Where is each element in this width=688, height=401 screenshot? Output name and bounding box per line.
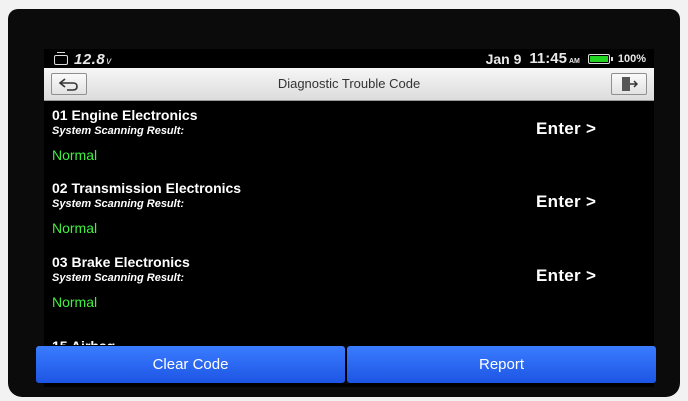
battery-icon	[587, 53, 613, 64]
status-right: Jan 9 11:45 AM 100%	[486, 50, 646, 67]
car-battery-icon	[54, 52, 68, 65]
status-time: 11:45	[529, 50, 567, 67]
voltage-unit: v	[106, 56, 112, 67]
list-item[interactable]: 02 Transmission Electronics System Scann…	[44, 174, 654, 246]
scan-result: Normal	[52, 220, 98, 236]
enter-button[interactable]: Enter >	[536, 192, 596, 212]
system-name: 03 Brake Electronics	[52, 254, 190, 270]
status-ampm: AM	[568, 58, 580, 65]
system-name: 02 Transmission Electronics	[52, 180, 242, 196]
scan-result: Normal	[52, 294, 98, 310]
page-title: Diagnostic Trouble Code	[277, 76, 421, 91]
exit-icon	[622, 77, 638, 91]
partial-list-item[interactable]: 15 Airbag	[52, 339, 115, 345]
report-button[interactable]: Report	[347, 346, 656, 383]
enter-button[interactable]: Enter >	[536, 119, 596, 139]
action-bar: Clear Code Report	[36, 346, 656, 383]
voltage-value: 12.8	[74, 51, 106, 68]
screen: 12.8v Jan 9 11:45 AM 100% Diagnostic Tro…	[44, 49, 654, 387]
battery-percent: 100%	[617, 52, 646, 65]
system-name: 01 Engine Electronics	[52, 107, 198, 123]
enter-button[interactable]: Enter >	[536, 266, 596, 286]
device-bezel: 12.8v Jan 9 11:45 AM 100% Diagnostic Tro…	[0, 0, 688, 401]
scan-label: System Scanning Result:	[52, 198, 185, 210]
system-list: 01 Engine Electronics System Scanning Re…	[44, 101, 654, 341]
scan-label: System Scanning Result:	[52, 272, 185, 284]
status-bar: 12.8v Jan 9 11:45 AM 100%	[44, 49, 654, 68]
status-date: Jan 9	[485, 50, 522, 67]
clear-code-button[interactable]: Clear Code	[36, 346, 345, 383]
title-bar: Diagnostic Trouble Code	[44, 68, 654, 101]
scan-label: System Scanning Result:	[52, 125, 185, 137]
list-item[interactable]: 03 Brake Electronics System Scanning Res…	[44, 248, 654, 320]
list-item[interactable]: 01 Engine Electronics System Scanning Re…	[44, 101, 654, 173]
voltage-indicator: 12.8v	[54, 51, 111, 69]
battery-fill	[589, 55, 608, 62]
exit-button[interactable]	[611, 73, 647, 95]
scan-result: Normal	[52, 147, 98, 163]
